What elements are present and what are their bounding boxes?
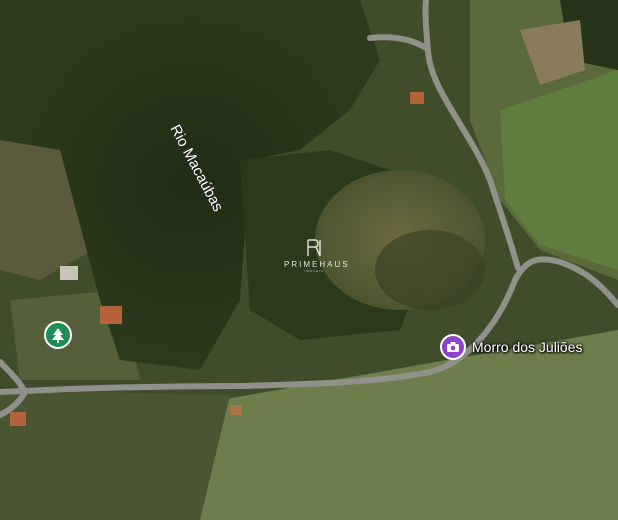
watermark: PRIMEHAUS IMÓVEIS xyxy=(284,238,350,273)
building xyxy=(10,412,26,426)
poi-label[interactable]: Morro dos Juliões xyxy=(472,339,583,355)
tree-pin-icon[interactable] xyxy=(44,321,72,349)
building xyxy=(100,306,122,324)
poi-marker[interactable]: Morro dos Juliões xyxy=(440,334,583,360)
hill-shadow xyxy=(375,230,485,310)
primehaus-logo-icon xyxy=(307,239,321,257)
building xyxy=(230,405,242,415)
watermark-brand: PRIMEHAUS xyxy=(284,260,350,269)
camera-pin-icon[interactable] xyxy=(440,334,466,360)
pasture-lower-left xyxy=(0,390,230,520)
building xyxy=(410,92,424,104)
watermark-tagline: IMÓVEIS xyxy=(304,269,324,273)
building xyxy=(60,266,78,280)
